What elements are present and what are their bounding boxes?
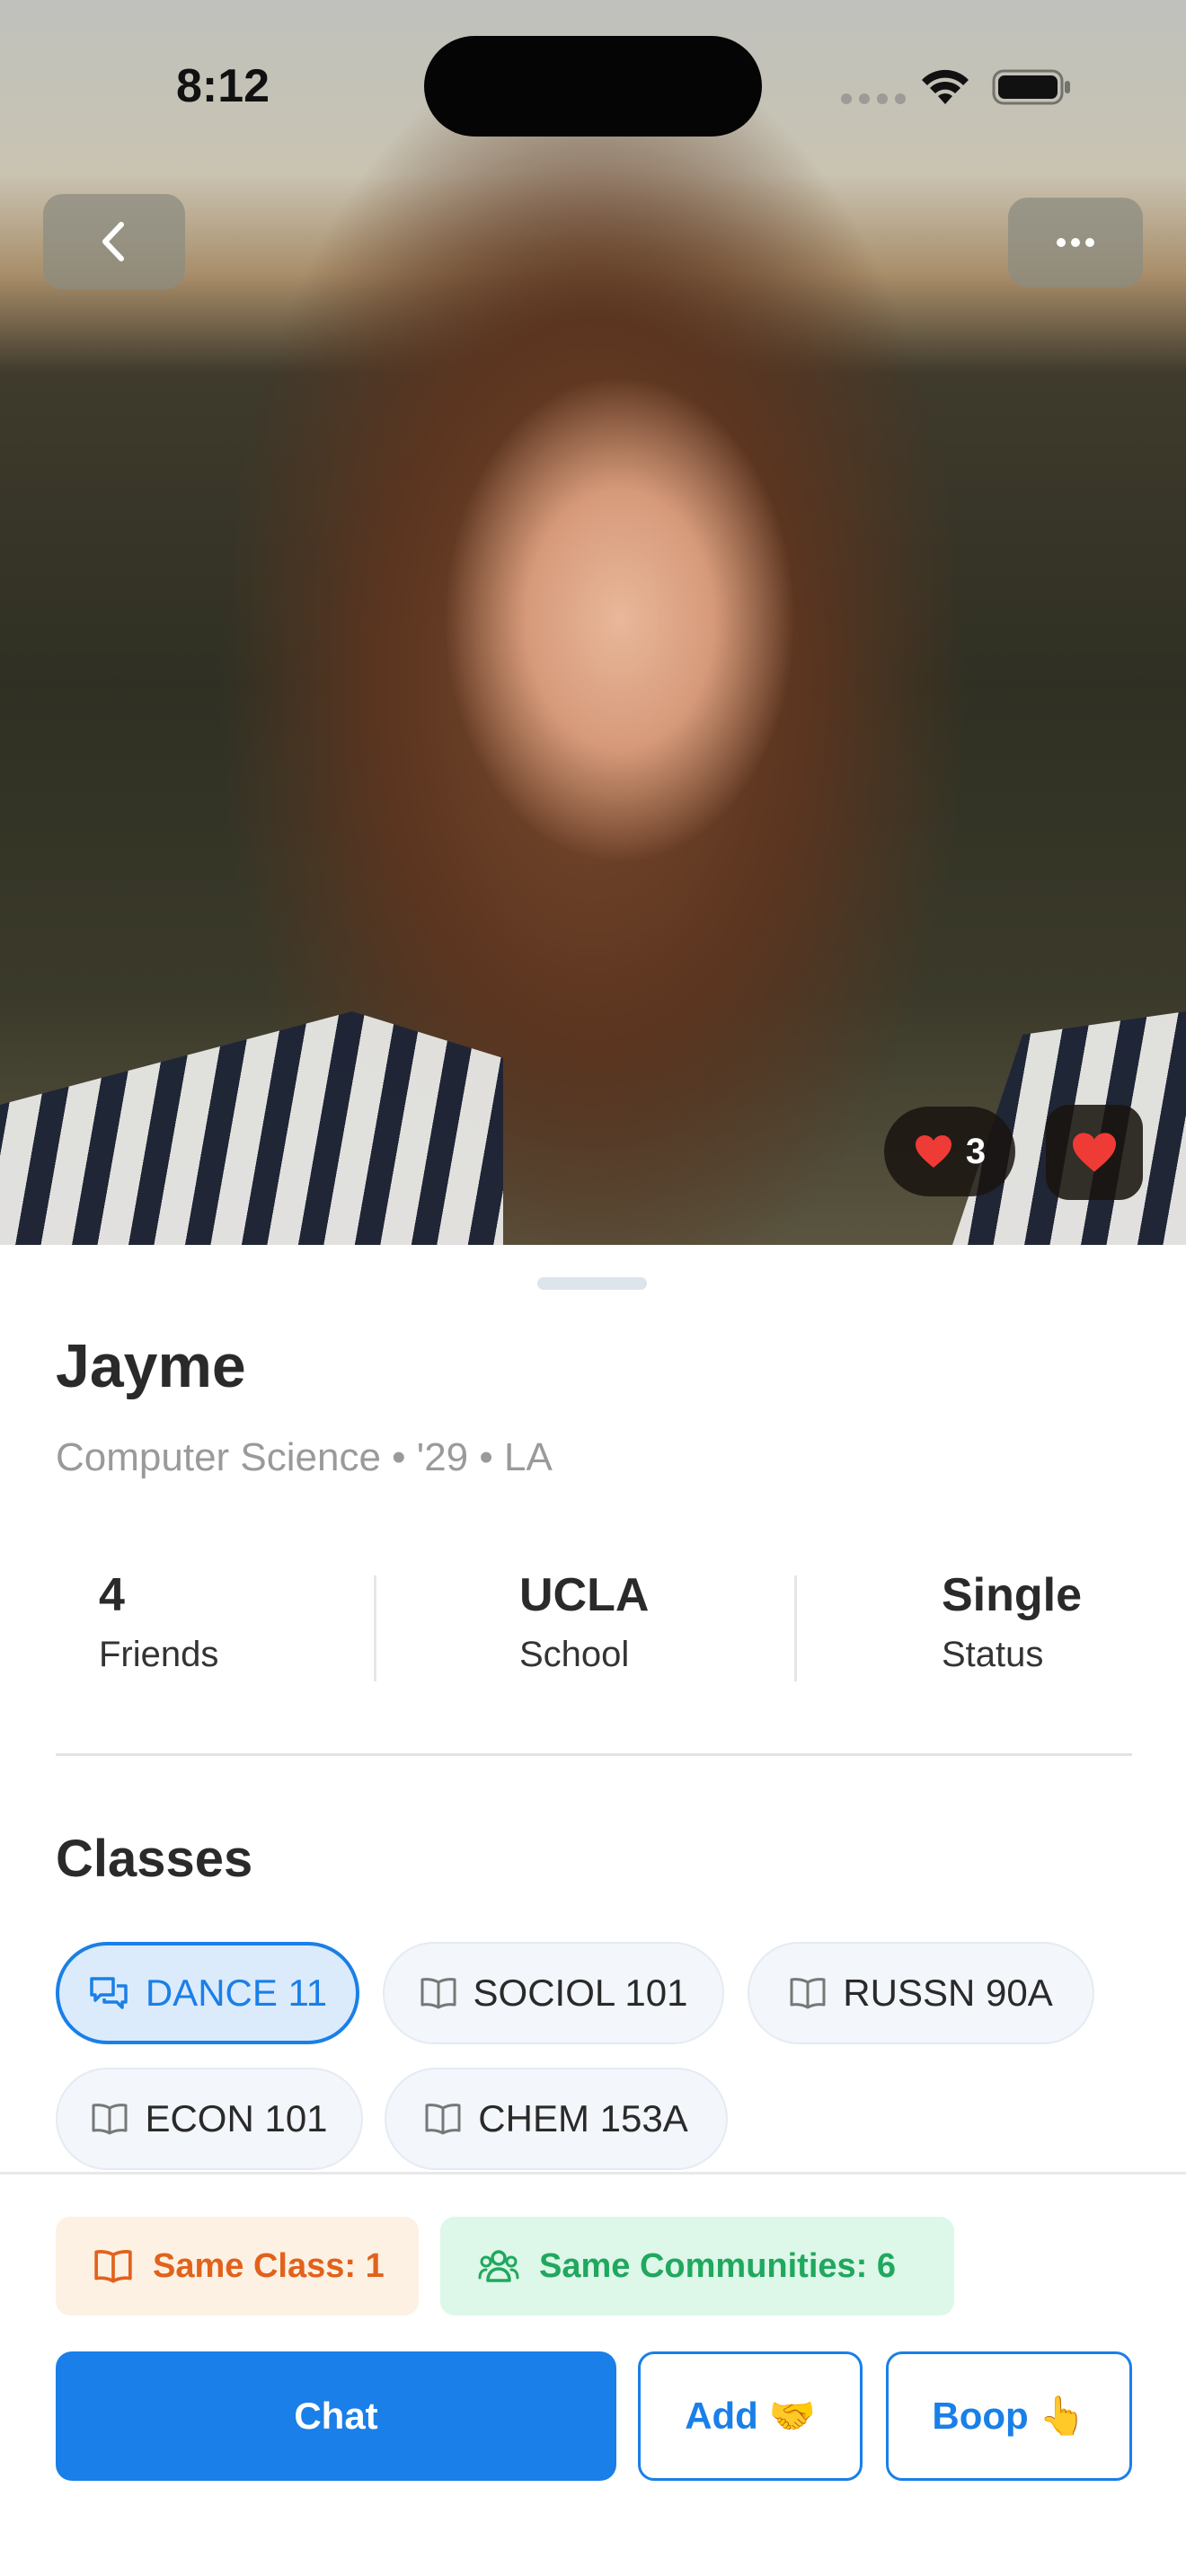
profile-name: Jayme	[56, 1332, 246, 1400]
add-friend-button[interactable]: Add 🤝	[638, 2351, 863, 2481]
divider	[374, 1575, 376, 1681]
profile-stats: 4 Friends UCLA School Single Status	[56, 1568, 1132, 1681]
people-icon	[478, 2250, 519, 2282]
book-icon	[425, 2104, 461, 2135]
action-bar-divider	[0, 2172, 1186, 2175]
stat-label: Friends	[99, 1635, 219, 1674]
stat-friends[interactable]: 4 Friends	[99, 1568, 218, 1675]
profile-sheet: Jayme Computer Science • '29 • LA 4 Frie…	[0, 1245, 1186, 2576]
stat-value: 4	[99, 1569, 125, 1621]
wifi-icon	[922, 69, 969, 104]
class-chip[interactable]: RUSSN 90A	[748, 1942, 1094, 2044]
profile-photo	[0, 0, 1186, 1245]
stat-school: UCLA School	[519, 1568, 649, 1675]
boop-button[interactable]: Boop 👆	[886, 2351, 1132, 2481]
chat-button[interactable]: Chat	[56, 2351, 616, 2481]
heart-icon	[915, 1135, 951, 1168]
same-class-label: Same Class: 1	[153, 2246, 385, 2285]
class-chip[interactable]: SOCIOL 101	[383, 1942, 724, 2044]
chat-bubbles-icon	[90, 1977, 128, 2009]
class-chip-active[interactable]: DANCE 11	[56, 1942, 359, 2044]
class-chip-label: SOCIOL 101	[473, 1972, 688, 2014]
same-communities-label: Same Communities: 6	[539, 2246, 896, 2285]
status-time: 8:12	[176, 60, 270, 112]
stat-value: UCLA	[519, 1569, 650, 1621]
book-icon	[420, 1978, 456, 2009]
dynamic-island	[424, 36, 762, 137]
profile-subline: Computer Science • '29 • LA	[56, 1435, 553, 1479]
more-options-button[interactable]	[1008, 198, 1143, 287]
chevron-left-icon	[102, 222, 124, 261]
divider	[794, 1575, 797, 1681]
class-chip-label: DANCE 11	[145, 1972, 328, 2014]
stat-status: Single Status	[942, 1568, 1082, 1675]
classes-heading: Classes	[56, 1830, 253, 1888]
class-chip[interactable]: CHEM 153A	[385, 2068, 728, 2170]
status-bar: 8:12	[0, 0, 1186, 171]
likes-count: 3	[965, 1131, 987, 1171]
battery-icon	[992, 69, 1070, 105]
stat-label: Status	[942, 1635, 1044, 1674]
shirt-stripes	[0, 1011, 503, 1245]
same-communities-badge: Same Communities: 6	[440, 2217, 954, 2316]
section-divider	[56, 1753, 1132, 1756]
book-icon	[94, 2250, 132, 2283]
class-chip-label: ECON 101	[145, 2097, 328, 2139]
signal-icon	[841, 93, 906, 104]
stat-label: School	[519, 1635, 630, 1674]
class-chip[interactable]: ECON 101	[56, 2068, 363, 2170]
like-button[interactable]	[1046, 1105, 1143, 1200]
class-chip-label: RUSSN 90A	[843, 1972, 1053, 2014]
book-icon	[790, 1978, 826, 2009]
heart-icon	[1073, 1133, 1116, 1172]
stat-value: Single	[942, 1569, 1083, 1621]
likes-count-pill: 3	[884, 1107, 1015, 1196]
ellipsis-icon	[1057, 238, 1094, 247]
same-class-badge: Same Class: 1	[56, 2217, 419, 2316]
back-button[interactable]	[43, 194, 185, 289]
class-chip-label: CHEM 153A	[478, 2097, 688, 2139]
sheet-grabber[interactable]	[537, 1277, 647, 1290]
book-icon	[92, 2104, 128, 2135]
